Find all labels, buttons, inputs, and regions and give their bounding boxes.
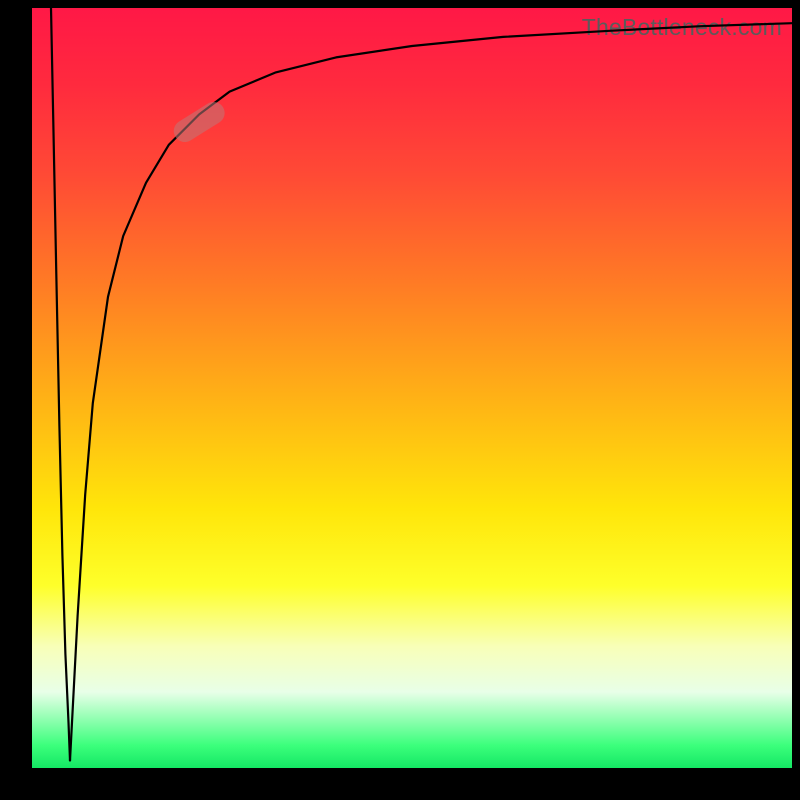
series-descending <box>51 8 70 760</box>
curve-layer <box>32 8 792 768</box>
chart-frame: TheBottleneck.com <box>0 0 800 800</box>
highlighted-segment <box>170 98 229 146</box>
plot-area: TheBottleneck.com <box>32 8 792 768</box>
